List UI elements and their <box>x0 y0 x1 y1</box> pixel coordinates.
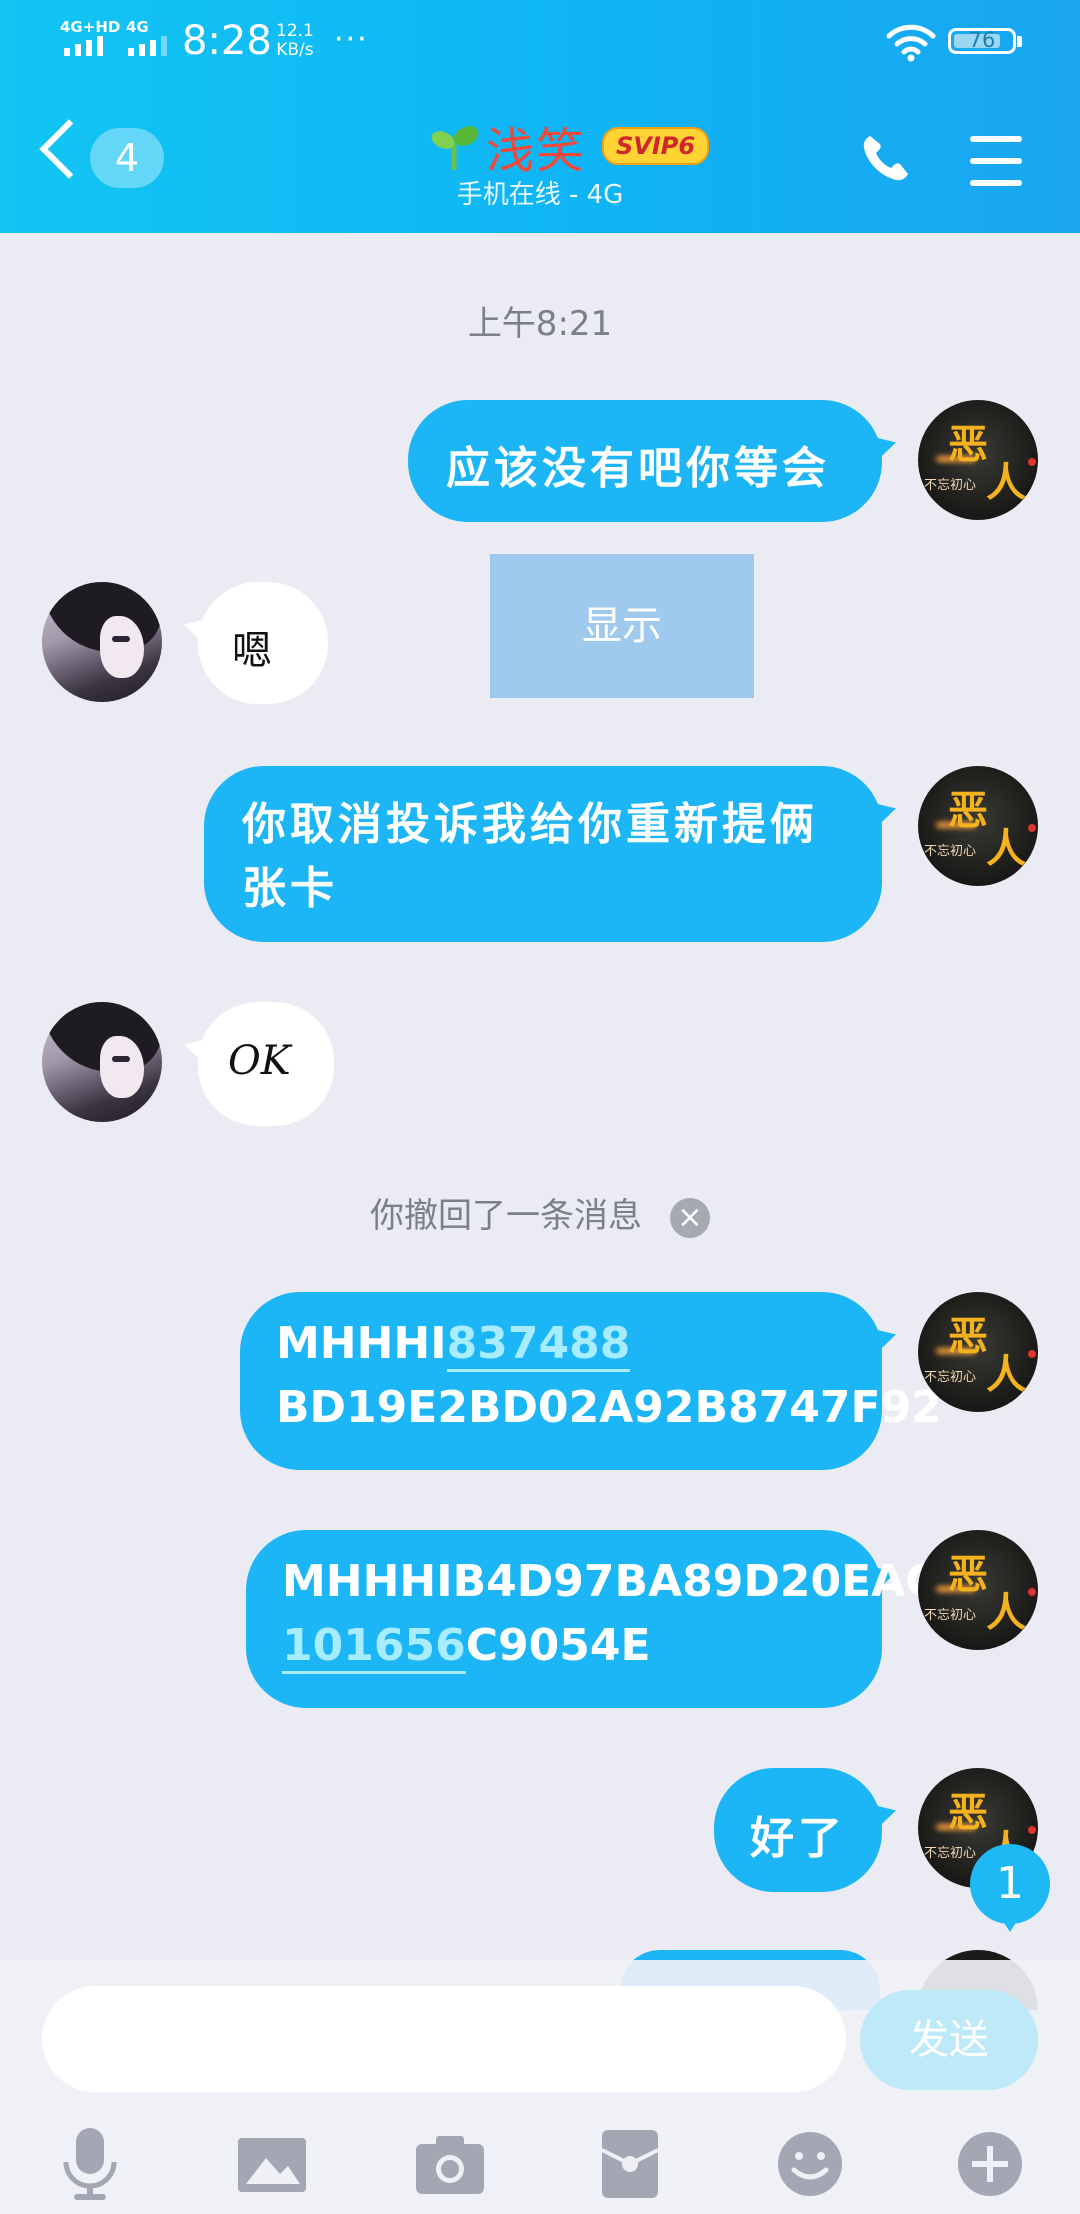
sprout-icon <box>431 126 479 170</box>
my-avatar[interactable]: 恶 人 不忘初心 <box>918 1530 1038 1650</box>
message-text-line2: 张卡 <box>242 863 338 914</box>
camera-icon[interactable] <box>410 2126 490 2202</box>
message-bubble-sent[interactable]: MHHHIB4D97BA89D20EAC 101656C9054E <box>246 1530 938 1708</box>
new-message-badge[interactable]: 1 <box>970 1844 1050 1932</box>
message-bubble-sent[interactable]: MHHHI837488 BD19E2BD02A92B8747F92 <box>240 1292 942 1470</box>
status-bar: 4G+HD 4G 8:28 12.1 KB/s ··· 76 <box>0 0 1080 90</box>
contact-title[interactable]: 浅笑 SVIP6 <box>430 118 710 179</box>
avatar-caption: 不忘初心 <box>924 844 977 859</box>
message-text: OK <box>228 1038 291 1084</box>
message-text-line1: MHHHI837488 <box>276 1312 631 1376</box>
message-bubble-sent[interactable]: 好了 <box>714 1768 896 1892</box>
message-text-line2: 101656C9054E <box>282 1614 651 1678</box>
avatar-caption: 不忘初心 <box>924 1846 977 1861</box>
avatar-char-1: 恶 <box>948 1790 988 1836</box>
my-avatar[interactable]: 恶 人 不忘初心 <box>918 766 1038 886</box>
status-time: 8:28 <box>182 18 272 64</box>
avatar-char-2: 人 <box>986 826 1026 872</box>
microphone-icon[interactable] <box>50 2126 130 2202</box>
my-avatar[interactable]: 恶 人 不忘初心 <box>918 1292 1038 1412</box>
avatar-char-2: 人 <box>986 1352 1026 1398</box>
phone-call-icon[interactable] <box>858 130 914 186</box>
message-bubble-sent[interactable]: 应该没有吧你等会 <box>408 400 896 522</box>
speed-unit: KB/s <box>276 40 314 60</box>
code-text: MHHHI <box>276 1318 447 1369</box>
recall-notice: 你撤回了一条消息 × <box>0 1188 1080 1238</box>
message-text: 好了 <box>750 1813 846 1864</box>
message-input[interactable] <box>42 1986 846 2092</box>
battery-icon: 76 <box>948 28 1022 54</box>
network-speed: 12.1 KB/s <box>276 22 314 60</box>
contact-name: 浅笑 <box>486 123 587 179</box>
recall-text: 你撤回了一条消息 <box>370 1196 642 1236</box>
message-text: 嗯 <box>232 628 272 674</box>
avatar-caption: 不忘初心 <box>924 478 977 493</box>
emoji-icon[interactable] <box>770 2126 850 2202</box>
avatar-char-2: 人 <box>986 460 1026 506</box>
online-status: 手机在线 - 4G <box>456 180 624 210</box>
code-text: C9054E <box>465 1620 651 1671</box>
show-button[interactable]: 显示 <box>490 554 754 698</box>
avatar-char-1: 恶 <box>948 1314 988 1360</box>
contact-avatar[interactable] <box>42 1002 162 1122</box>
send-button[interactable]: 发送 <box>860 1990 1038 2090</box>
avatar-char-1: 恶 <box>948 422 988 468</box>
plus-icon[interactable] <box>950 2126 1030 2202</box>
input-toolbar <box>0 2110 1080 2214</box>
message-text-line1: 你取消投诉我给你重新提俩 <box>242 799 818 850</box>
new-message-count: 1 <box>996 1858 1024 1909</box>
message-bubble-received[interactable]: OK <box>184 1002 334 1126</box>
avatar-caption: 不忘初心 <box>924 1608 977 1623</box>
wifi-icon <box>886 24 936 62</box>
contact-avatar[interactable] <box>42 582 162 702</box>
message-text-line2: BD19E2BD02A92B8747F92 <box>276 1382 942 1433</box>
message-text: 应该没有吧你等会 <box>446 443 830 494</box>
network-type-2: 4G <box>126 18 149 36</box>
my-avatar[interactable]: 恶 人 不忘初心 <box>918 400 1038 520</box>
back-arrow-icon[interactable] <box>39 119 99 179</box>
chat-header: 4G+HD 4G 8:28 12.1 KB/s ··· 76 4 浅笑 SVIP… <box>0 0 1080 233</box>
phone-number-link[interactable]: 837488 <box>446 1318 631 1372</box>
signal-icon-1 <box>64 36 103 56</box>
red-packet-icon[interactable] <box>590 2126 670 2202</box>
chat-timestamp: 上午8:21 <box>467 304 613 344</box>
message-bubble-received[interactable]: 嗯 <box>184 582 328 704</box>
phone-number-link[interactable]: 101656 <box>282 1620 466 1674</box>
menu-icon[interactable] <box>970 136 1022 202</box>
speed-value: 12.1 <box>276 21 314 41</box>
svip-badge: SVIP6 <box>602 127 710 165</box>
network-type-1: 4G+HD <box>60 18 121 36</box>
close-icon[interactable]: × <box>670 1197 710 1238</box>
avatar-char-1: 恶 <box>948 1552 988 1598</box>
avatar-char-1: 恶 <box>948 788 988 834</box>
message-text-line1: MHHHIB4D97BA89D20EAC <box>282 1556 938 1607</box>
signal-icon-2 <box>128 36 167 56</box>
avatar-caption: 不忘初心 <box>924 1370 977 1385</box>
input-area: 发送 <box>0 1960 1080 2214</box>
avatar-char-2: 人 <box>986 1590 1026 1636</box>
image-icon[interactable] <box>232 2126 312 2202</box>
battery-level: 76 <box>968 28 996 52</box>
more-notifications-icon: ··· <box>334 22 369 57</box>
message-bubble-sent[interactable]: 你取消投诉我给你重新提俩 张卡 <box>204 766 896 942</box>
